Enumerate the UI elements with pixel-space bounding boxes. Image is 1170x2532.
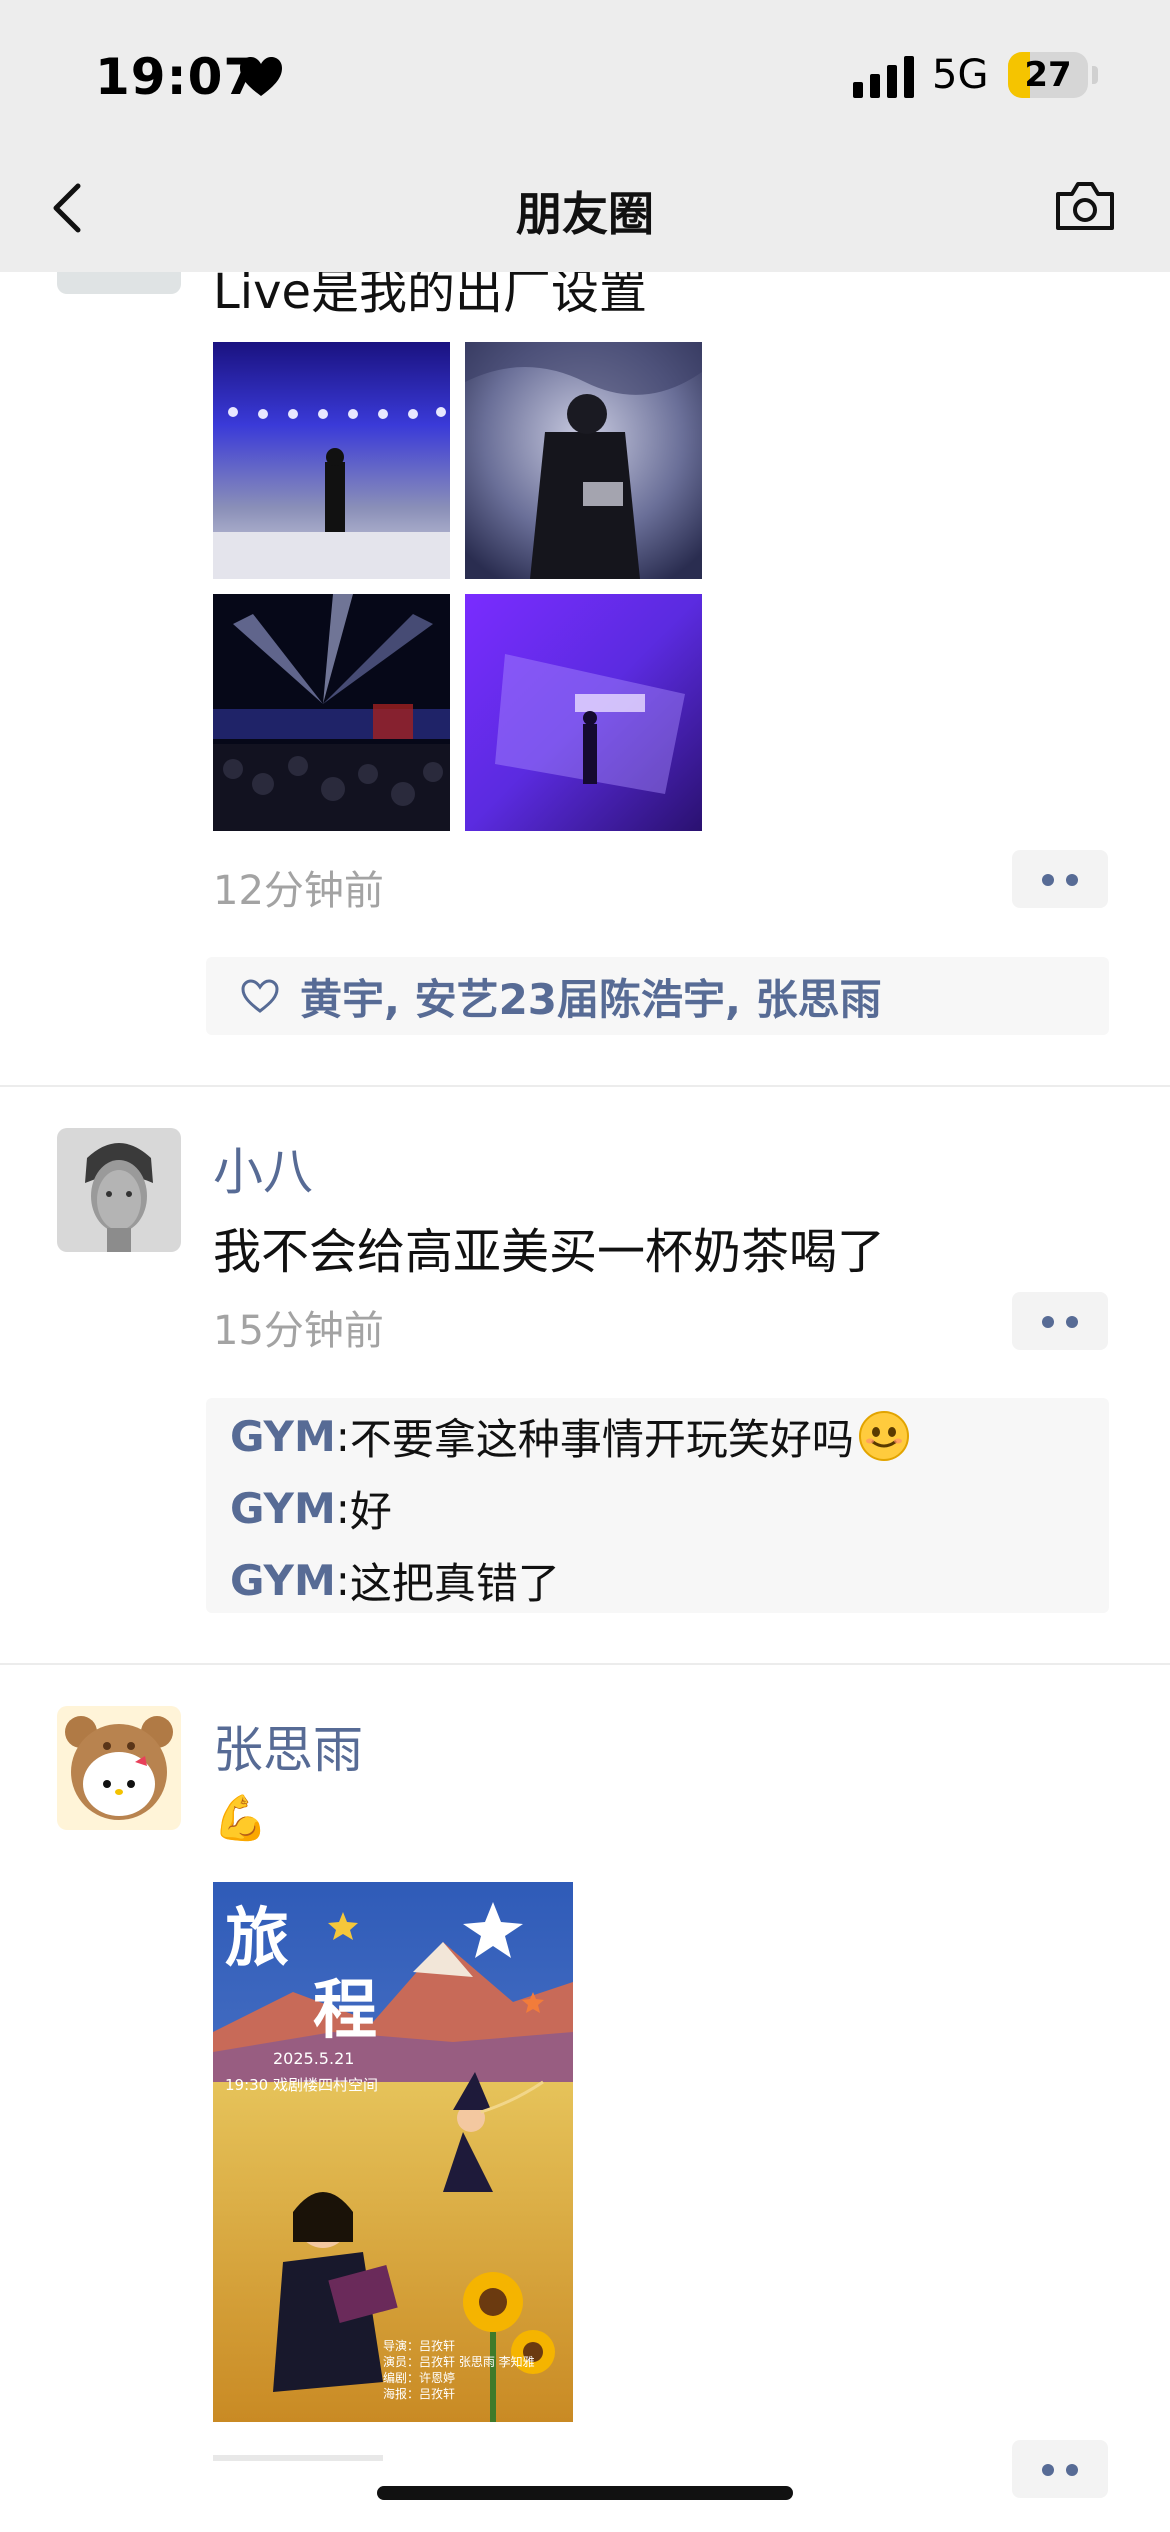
post1-more-button[interactable] [1012,850,1108,908]
post1-time: 12分钟前 [213,868,384,914]
comment-text: 这把真错了 [349,1558,560,1608]
post2-comments-box: GYM: 不要拿这种事情开玩笑好吗 GYM: 好 GYM: 这把真错了 [206,1398,1109,1613]
moments-feed: Live是我的出厂设置 12分钟前 黄宇, 安艺23届陈浩宇, 张思雨 小八 我… [0,0,1170,2532]
battery-cap [1092,66,1098,84]
comment-text: 好 [349,1486,392,1536]
post1-photo-1[interactable] [213,342,450,579]
post1-photo-2[interactable] [465,342,702,579]
like-heart-icon [241,979,279,1013]
poster-credit-writer: 编剧：许恩婷 [383,2370,455,2385]
heart-icon [240,57,282,96]
post2-author[interactable]: 小八 [213,1132,313,1204]
post1-likes-box: 黄宇, 安艺23届陈浩宇, 张思雨 [206,957,1109,1035]
comment-row[interactable]: GYM: 好 [206,1472,1109,1544]
post-divider [0,1663,1170,1665]
post2-time: 15分钟前 [213,1308,384,1354]
top-bar: 19:07 5G 27 朋友圈 [0,0,1170,272]
comment-text: 不要拿这种事情开玩笑好吗 [349,1414,854,1464]
poster-date: 2025.5.21 [273,2049,354,2068]
post2-more-button[interactable] [1012,1292,1108,1350]
post3-emoji: 💪 [213,1793,268,1844]
post2-text: 我不会给高亚美买一杯奶茶喝了 [213,1224,886,1280]
poster-credit-design: 海报：吕孜轩 [383,2386,455,2401]
comment-author[interactable]: GYM [230,1412,336,1461]
poster-title-1: 旅 [225,1902,289,1976]
status-time: 19:07 [95,48,260,106]
post3-avatar[interactable] [57,1706,181,1830]
comment-author[interactable]: GYM [230,1556,336,1605]
battery-icon: 27 [1008,52,1088,98]
comment-author[interactable]: GYM [230,1484,336,1533]
comment-row[interactable]: GYM: 这把真错了 [206,1544,1109,1616]
post3-poster-image[interactable]: 旅 程 2025.5.21 19:30 戏剧楼四村空间 导演：吕孜轩 演员：吕孜 [213,1882,573,2422]
poster-credit-cast: 演员：吕孜轩 张思雨 李知雅 [383,2354,535,2369]
comment-row[interactable]: GYM: 不要拿这种事情开玩笑好吗 [206,1400,1109,1472]
page-title: 朋友圈 [516,187,654,241]
post3-next-line-partial [213,2455,383,2461]
post1-photo-3[interactable] [213,594,450,831]
network-label: 5G [932,52,989,98]
camera-icon[interactable] [1054,178,1116,234]
smile-emoji-icon [858,1411,909,1461]
home-indicator[interactable] [377,2486,793,2500]
battery-percent: 27 [1024,55,1072,95]
post-divider [0,1085,1170,1087]
post3-more-button[interactable] [1012,2440,1108,2498]
poster-title-2: 程 [313,1974,377,2048]
poster-time-venue: 19:30 戏剧楼四村空间 [225,2076,378,2094]
post2-avatar[interactable] [57,1128,181,1252]
post1-photo-4[interactable] [465,594,702,831]
post3-author[interactable]: 张思雨 [213,1710,363,1782]
poster-credit-director: 导演：吕孜轩 [383,2338,455,2353]
signal-icon [853,56,914,98]
post1-likes-names[interactable]: 黄宇, 安艺23届陈浩宇, 张思雨 [300,966,882,1027]
